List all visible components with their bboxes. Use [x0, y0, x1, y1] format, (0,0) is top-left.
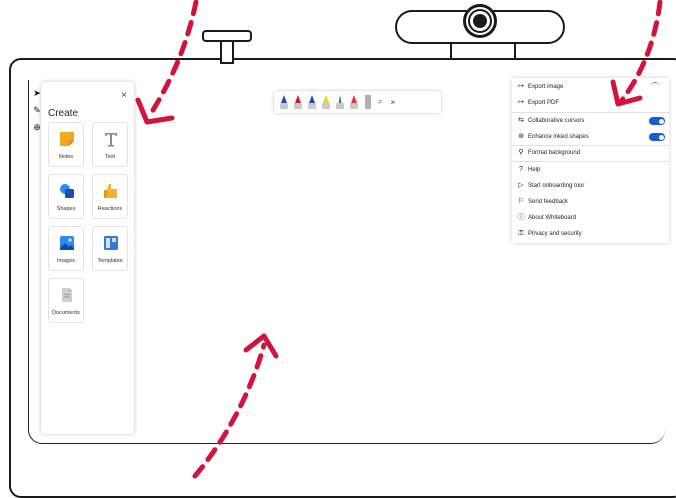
arrow-to-menu — [619, 0, 663, 103]
arrow-to-create-panel — [147, 0, 199, 118]
arrowhead-canvas — [243, 333, 279, 359]
annotation-arrows — [135, 0, 663, 479]
arrow-to-canvas — [192, 342, 267, 479]
